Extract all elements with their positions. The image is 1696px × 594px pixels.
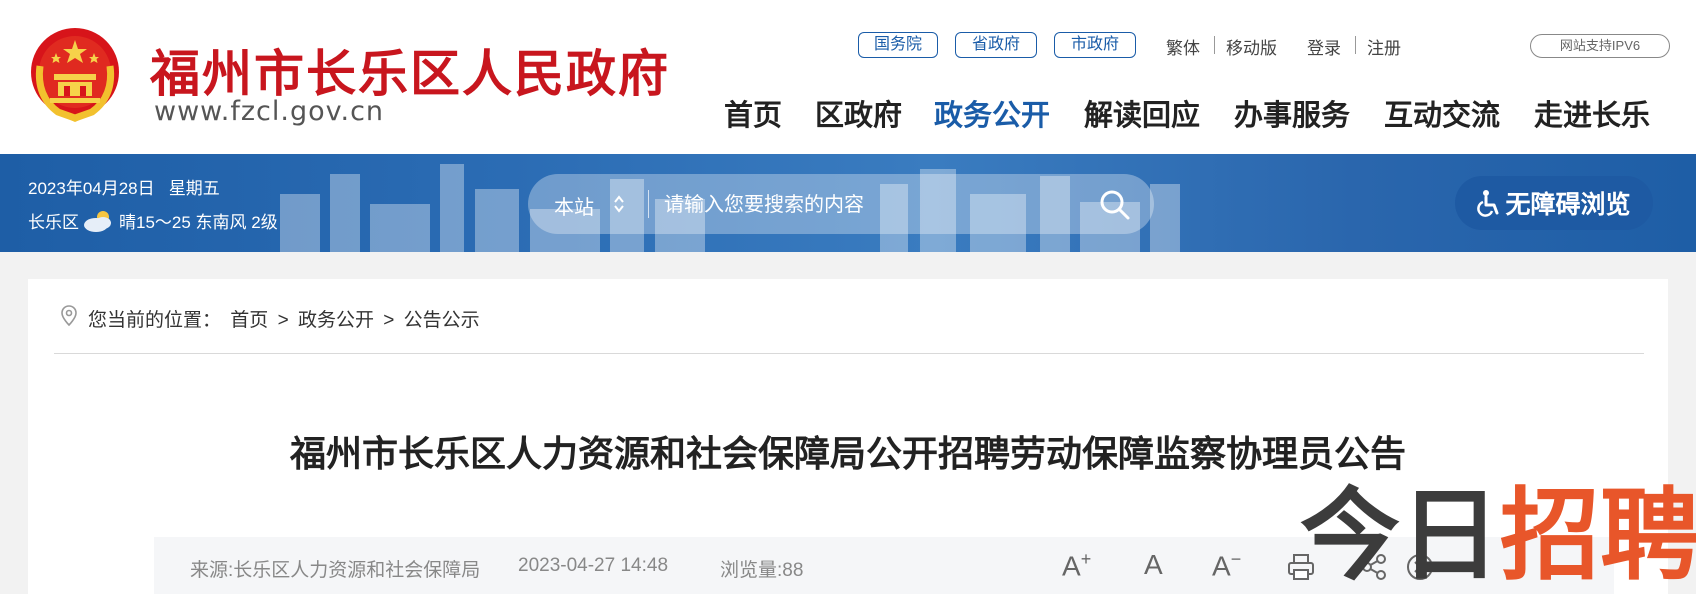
site-header: 福州市长乐区人民政府 www.fzcl.gov.cn 国务院 省政府 市政府 繁… [0, 0, 1696, 154]
location-pin-icon [61, 305, 77, 327]
font-decrease-label: A [1212, 550, 1231, 582]
nav-services[interactable]: 办事服务 [1234, 92, 1350, 134]
register-link[interactable]: 注册 [1367, 34, 1401, 59]
divider [1355, 36, 1356, 54]
weather-text: 晴15～25 东南风 2级 [119, 213, 278, 232]
district-name: 长乐区 [28, 213, 79, 232]
nav-home[interactable]: 首页 [724, 92, 782, 134]
font-increase-button[interactable]: A+ [1062, 549, 1091, 582]
national-emblem-icon [31, 28, 119, 122]
article-title: 福州市长乐区人力资源和社会保障局公开招聘劳动保障监察协理员公告 [289, 433, 1406, 474]
breadcrumb-gov-affairs[interactable]: 政务公开 [298, 310, 374, 331]
font-decrease-button[interactable]: A− [1212, 549, 1241, 582]
nav-interpretation[interactable]: 解读回应 [1084, 92, 1200, 134]
accessibility-button[interactable]: 无障碍浏览 [1455, 176, 1653, 230]
watermark-part-1: 今日 [1300, 480, 1500, 592]
mobile-version-link[interactable]: 移动版 [1226, 34, 1277, 59]
article-views: 浏览量:88 [720, 560, 804, 581]
breadcrumb: 您当前的位置： 首页 > 政务公开 > 公告公示 [88, 305, 484, 332]
breadcrumb-prefix: 您当前的位置： [88, 310, 222, 331]
breadcrumb-separator: > [383, 310, 395, 331]
search-icon[interactable] [1098, 188, 1132, 222]
search-divider [648, 190, 649, 218]
article-datetime: 2023-04-27 14:48 [518, 555, 669, 576]
banner: 2023年04月28日 星期五 长乐区 晴15～25 东南风 2级 本站 无 [0, 154, 1696, 252]
plus-sign: + [1080, 549, 1092, 569]
minus-sign: − [1230, 549, 1242, 569]
breadcrumb-separator: > [277, 310, 289, 331]
link-provincial-gov[interactable]: 省政府 [955, 32, 1037, 58]
date: 2023年04月28日 [28, 179, 155, 198]
font-normal-button[interactable]: A [1144, 549, 1163, 581]
article-source: 来源:长乐区人力资源和社会保障局 [190, 560, 481, 581]
breadcrumb-announcements[interactable]: 公告公示 [404, 310, 480, 331]
sunny-cloudy-icon [84, 210, 111, 232]
watermark-part-2: 招聘 [1500, 480, 1696, 592]
link-state-council[interactable]: 国务院 [858, 32, 938, 58]
search-input[interactable] [662, 186, 1066, 224]
nav-gov-affairs[interactable]: 政务公开 [934, 92, 1050, 134]
accessibility-label: 无障碍浏览 [1505, 191, 1631, 219]
breadcrumb-home[interactable]: 首页 [230, 310, 268, 331]
weather-info: 长乐区 晴15～25 东南风 2级 [28, 208, 278, 233]
login-link[interactable]: 登录 [1307, 34, 1341, 59]
watermark-logo: 今日招聘 [1300, 486, 1696, 586]
nav-district-gov[interactable]: 区政府 [815, 92, 902, 134]
nav-interaction[interactable]: 互动交流 [1384, 92, 1500, 134]
search-scope-select[interactable]: 本站 [554, 191, 594, 220]
traditional-chinese-link[interactable]: 繁体 [1166, 34, 1200, 59]
link-city-gov[interactable]: 市政府 [1054, 32, 1136, 58]
ipv6-badge: 网站支持IPV6 [1530, 34, 1670, 58]
font-increase-label: A [1062, 550, 1081, 582]
site-url: www.fzcl.gov.cn [154, 96, 385, 127]
divider [54, 353, 1644, 354]
search-bar: 本站 [528, 174, 1154, 234]
current-date: 2023年04月28日 星期五 [28, 174, 220, 199]
divider [1214, 36, 1215, 54]
wheelchair-icon [1477, 190, 1499, 217]
weekday: 星期五 [168, 179, 220, 198]
sort-arrows-icon[interactable] [612, 192, 626, 216]
nav-about-changle[interactable]: 走进长乐 [1534, 92, 1650, 134]
